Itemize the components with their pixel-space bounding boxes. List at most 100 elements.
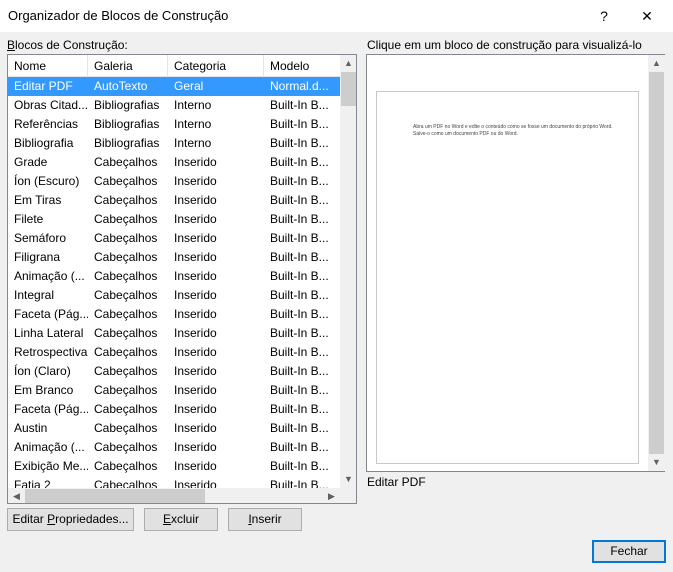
table-row[interactable]: Faceta (Pág... Cabeçalhos Inserido Built-In… — [8, 400, 340, 419]
cell-categoria: Inserido — [174, 345, 217, 359]
cell-modelo: Built-In B... — [270, 231, 329, 245]
table-row[interactable]: Bibliografia Bibliografias Interno Built-In… — [8, 134, 340, 153]
table-row[interactable]: Íon (Claro) Cabeçalhos Inserido Built-In B.… — [8, 362, 340, 381]
close-window-button[interactable]: ✕ — [632, 4, 662, 28]
table-row[interactable]: Integral Cabeçalhos Inserido Built-In B... — [8, 286, 340, 305]
table-row[interactable]: Grade Cabeçalhos Inserido Built-In B... — [8, 153, 340, 172]
table-row[interactable]: Íon (Escuro) Cabeçalhos Inserido Built-In B… — [8, 172, 340, 191]
cell-galeria: Bibliografias — [94, 117, 160, 131]
cell-nome: Bibliografia — [14, 136, 74, 150]
cell-modelo: Built-In B... — [270, 383, 329, 397]
cell-nome: Íon (Claro) — [14, 364, 71, 378]
table-row[interactable]: Em Tiras Cabeçalhos Inserido Built-In B... — [8, 191, 340, 210]
cell-nome: Faceta (Pág... — [14, 402, 88, 416]
insert-button[interactable]: Inserir — [228, 508, 302, 531]
cell-categoria: Inserido — [174, 288, 217, 302]
scroll-down-arrow-icon[interactable]: ▼ — [340, 471, 356, 488]
cell-modelo: Built-In B... — [270, 136, 329, 150]
cell-categoria: Inserido — [174, 212, 217, 226]
cell-categoria: Inserido — [174, 326, 217, 340]
column-header-categoria[interactable]: Categoria — [168, 55, 264, 77]
cell-galeria: Cabeçalhos — [94, 326, 158, 340]
cell-modelo: Built-In B... — [270, 288, 329, 302]
cell-categoria: Inserido — [174, 307, 217, 321]
table-row[interactable]: Linha Lateral Cabeçalhos Inserido Built-In … — [8, 324, 340, 343]
cell-modelo: Built-In B... — [270, 307, 329, 321]
preview-scroll-up-arrow-icon[interactable]: ▲ — [648, 55, 665, 72]
cell-galeria: Cabeçalhos — [94, 193, 158, 207]
cell-categoria: Inserido — [174, 269, 217, 283]
table-row[interactable]: Filigrana Cabeçalhos Inserido Built-In B... — [8, 248, 340, 267]
cell-categoria: Interno — [174, 117, 212, 131]
preview-scroll-thumb[interactable] — [649, 72, 664, 454]
cell-galeria: Cabeçalhos — [94, 231, 158, 245]
cell-galeria: Cabeçalhos — [94, 345, 158, 359]
cell-galeria: AutoTexto — [94, 79, 148, 93]
scroll-left-arrow-icon[interactable]: ◀ — [8, 488, 25, 503]
preview-scroll-down-arrow-icon[interactable]: ▼ — [648, 454, 665, 471]
preview-panel: Abra um PDF no Word e edite o conteúdo c… — [366, 54, 665, 472]
list-horizontal-scrollbar[interactable]: ◀ ▶ — [8, 488, 340, 503]
table-row[interactable]: Filete Cabeçalhos Inserido Built-In B... — [8, 210, 340, 229]
cell-modelo: Built-In B... — [270, 326, 329, 340]
scroll-up-arrow-icon[interactable]: ▲ — [340, 55, 356, 72]
cell-modelo: Built-In B... — [270, 174, 329, 188]
list-vertical-scrollbar[interactable]: ▲ ▼ — [340, 55, 356, 488]
cell-modelo: Built-In B... — [270, 269, 329, 283]
edit-properties-label: Editar Propriedades... — [12, 512, 129, 526]
cell-nome: Retrospectiva — [14, 345, 88, 359]
cell-modelo: Built-In B... — [270, 250, 329, 264]
scrollbar-corner — [340, 488, 356, 503]
cell-nome: Íon (Escuro) — [14, 174, 80, 188]
preview-label: Clique em um bloco de construção para vi… — [367, 38, 642, 52]
column-header-nome[interactable]: Nome — [8, 55, 88, 77]
table-row[interactable]: Retrospectiva Cabeçalhos Inserido Built-In … — [8, 343, 340, 362]
list-horizontal-scroll-thumb[interactable] — [25, 489, 205, 503]
list-vertical-scroll-thumb[interactable] — [341, 72, 356, 106]
cell-nome: Linha Lateral — [14, 326, 84, 340]
edit-properties-button[interactable]: Editar Propriedades... — [7, 508, 134, 531]
preview-area: Abra um PDF no Word e edite o conteúdo c… — [367, 55, 648, 471]
table-row[interactable]: Obras Citad... Bibliografias Interno Built-… — [8, 96, 340, 115]
cell-galeria: Cabeçalhos — [94, 459, 158, 473]
cell-nome: Animação (... — [14, 440, 85, 454]
cell-categoria: Inserido — [174, 402, 217, 416]
cell-categoria: Interno — [174, 98, 212, 112]
cell-nome: Referências — [14, 117, 79, 131]
table-row[interactable]: Exibição Me... Cabeçalhos Inserido Built-In… — [8, 457, 340, 476]
cell-galeria: Cabeçalhos — [94, 440, 158, 454]
column-header-galeria[interactable]: Galeria — [88, 55, 168, 77]
cell-categoria: Inserido — [174, 440, 217, 454]
cell-nome: Faceta (Pág... — [14, 307, 88, 321]
cell-modelo: Built-In B... — [270, 459, 329, 473]
cell-nome: Austin — [14, 421, 48, 435]
cell-nome: Editar PDF — [14, 79, 73, 93]
building-blocks-list[interactable]: Nome Galeria Categoria Modelo Editar PDF… — [7, 54, 357, 504]
table-row[interactable]: Animação (... Cabeçalhos Inserido Built-In … — [8, 438, 340, 457]
cell-galeria: Cabeçalhos — [94, 174, 158, 188]
table-row[interactable]: Em Branco Cabeçalhos Inserido Built-In B... — [8, 381, 340, 400]
close-button[interactable]: Fechar — [592, 540, 666, 563]
column-header-modelo[interactable]: Modelo — [264, 55, 340, 77]
table-row[interactable]: Faceta (Pág... Cabeçalhos Inserido Built-In… — [8, 305, 340, 324]
preview-vertical-scrollbar[interactable]: ▲ ▼ — [648, 55, 665, 471]
delete-button[interactable]: Excluir — [144, 508, 218, 531]
table-row[interactable]: Semáforo Cabeçalhos Inserido Built-In B... — [8, 229, 340, 248]
table-row[interactable]: Austin Cabeçalhos Inserido Built-In B... — [8, 419, 340, 438]
help-button[interactable]: ? — [592, 4, 616, 28]
table-row[interactable]: Editar PDF AutoTexto Geral Normal.d... — [8, 77, 340, 96]
cell-nome: Grade — [14, 155, 48, 169]
cell-nome: Obras Citad... — [14, 98, 88, 112]
table-row[interactable]: Referências Bibliografias Interno Built-In … — [8, 115, 340, 134]
cell-categoria: Interno — [174, 136, 212, 150]
scroll-right-arrow-icon[interactable]: ▶ — [323, 488, 340, 503]
table-row[interactable]: Animação (... Cabeçalhos Inserido Built-In … — [8, 267, 340, 286]
cell-galeria: Cabeçalhos — [94, 402, 158, 416]
cell-categoria: Inserido — [174, 250, 217, 264]
cell-galeria: Cabeçalhos — [94, 288, 158, 302]
cell-galeria: Cabeçalhos — [94, 212, 158, 226]
cell-nome: Animação (... — [14, 269, 85, 283]
cell-categoria: Inserido — [174, 155, 217, 169]
cell-categoria: Inserido — [174, 364, 217, 378]
cell-categoria: Inserido — [174, 193, 217, 207]
